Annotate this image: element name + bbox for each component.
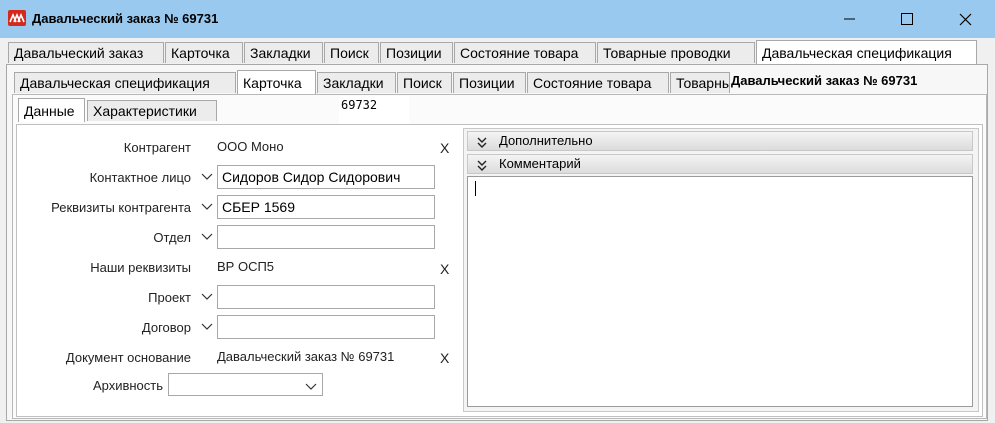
department-label: Отдел [153, 230, 191, 245]
base-document-clear-button[interactable]: X [440, 350, 449, 366]
window-title: Давальческий заказ № 69731 [32, 11, 219, 26]
text-caret [475, 181, 476, 196]
third-tab-bar: Данные Характеристики [0, 98, 230, 122]
requisites-input[interactable]: СБЕР 1569 [217, 195, 435, 219]
archive-select[interactable] [168, 373, 323, 396]
minimize-icon [844, 18, 855, 20]
tab-davalcheskaya-spetsifikatsiya[interactable]: Давальческая спецификация [756, 40, 977, 64]
order-header-title: Давальческий заказ № 69731 [731, 73, 918, 88]
tab-kharakteristiki[interactable]: Характеристики [87, 100, 217, 121]
project-input[interactable] [217, 285, 435, 309]
tab-dannye[interactable]: Данные [18, 98, 85, 122]
tab-zakladki[interactable]: Закладки [244, 42, 323, 63]
archive-label: Архивность [92, 378, 163, 393]
spec-number: 69732 [339, 96, 409, 124]
comment-textarea[interactable] [467, 176, 973, 407]
app-logo-icon [8, 10, 26, 26]
double-chevron-down-icon [477, 158, 487, 176]
project-chevron-down-icon[interactable] [199, 289, 215, 305]
contact-chevron-down-icon[interactable] [199, 169, 215, 185]
additional-section-header[interactable]: Дополнительно [467, 131, 973, 151]
tab-poisk[interactable]: Поиск [324, 42, 379, 63]
contract-label: Договор [141, 320, 191, 335]
our-requisites-clear-button[interactable]: X [440, 261, 449, 277]
our-requisites-label: Наши реквизиты [90, 260, 191, 275]
top-tab-bar: Давальческий заказ Карточка Закладки Пои… [0, 40, 995, 64]
comment-section-header[interactable]: Комментарий [467, 154, 973, 174]
counterparty-clear-button[interactable]: X [440, 140, 449, 156]
department-chevron-down-icon[interactable] [199, 229, 215, 245]
second-tab-bar: Давальческая спецификация Карточка Закла… [0, 70, 730, 94]
requisites-label: Реквизиты контрагента [51, 200, 191, 215]
double-chevron-down-icon [477, 135, 487, 153]
minimize-button[interactable] [835, 6, 865, 32]
additional-section-label: Дополнительно [499, 133, 593, 148]
contract-input[interactable] [217, 315, 435, 339]
close-button[interactable] [950, 6, 980, 32]
contract-chevron-down-icon[interactable] [199, 319, 215, 335]
title-bar: Давальческий заказ № 69731 [0, 0, 995, 38]
subtab-zakladki[interactable]: Закладки [317, 72, 396, 93]
subtab-poisk[interactable]: Поиск [397, 72, 452, 93]
tab-kartochka[interactable]: Карточка [165, 42, 243, 63]
tab-pozitsii[interactable]: Позиции [380, 42, 453, 63]
tab-davalcheskiy-zakaz[interactable]: Давальческий заказ [8, 42, 164, 63]
counterparty-label: Контрагент [123, 140, 191, 155]
subtab-kartochka[interactable]: Карточка [237, 70, 316, 94]
project-label: Проект [148, 290, 191, 305]
requisites-chevron-down-icon[interactable] [199, 199, 215, 215]
close-icon [959, 13, 971, 25]
maximize-button[interactable] [892, 6, 922, 32]
contact-input[interactable]: Сидоров Сидор Сидорович [217, 165, 435, 189]
base-document-value: Давальческий заказ № 69731 [217, 349, 395, 364]
counterparty-value: ООО Моно [217, 139, 284, 154]
our-requisites-value: ВР ОСП5 [217, 259, 275, 274]
maximize-icon [901, 13, 913, 25]
tab-sostoyanie-tovara[interactable]: Состояние товара [454, 42, 596, 63]
tab-tovarnye-provodki[interactable]: Товарные проводки [597, 42, 755, 63]
base-document-label: Документ основание [65, 350, 191, 365]
subtab-sostoyanie-tovara[interactable]: Состояние товара [527, 72, 669, 93]
department-input[interactable] [217, 225, 435, 249]
comment-section-label: Комментарий [499, 156, 581, 171]
subtab-tovarnye[interactable]: Товарные [670, 72, 730, 93]
chevron-down-icon [305, 379, 317, 394]
contact-label: Контактное лицо [89, 170, 191, 185]
subtab-pozitsii[interactable]: Позиции [453, 72, 526, 93]
subtab-davalcheskaya-spetsifikatsiya[interactable]: Давальческая спецификация [14, 72, 236, 93]
